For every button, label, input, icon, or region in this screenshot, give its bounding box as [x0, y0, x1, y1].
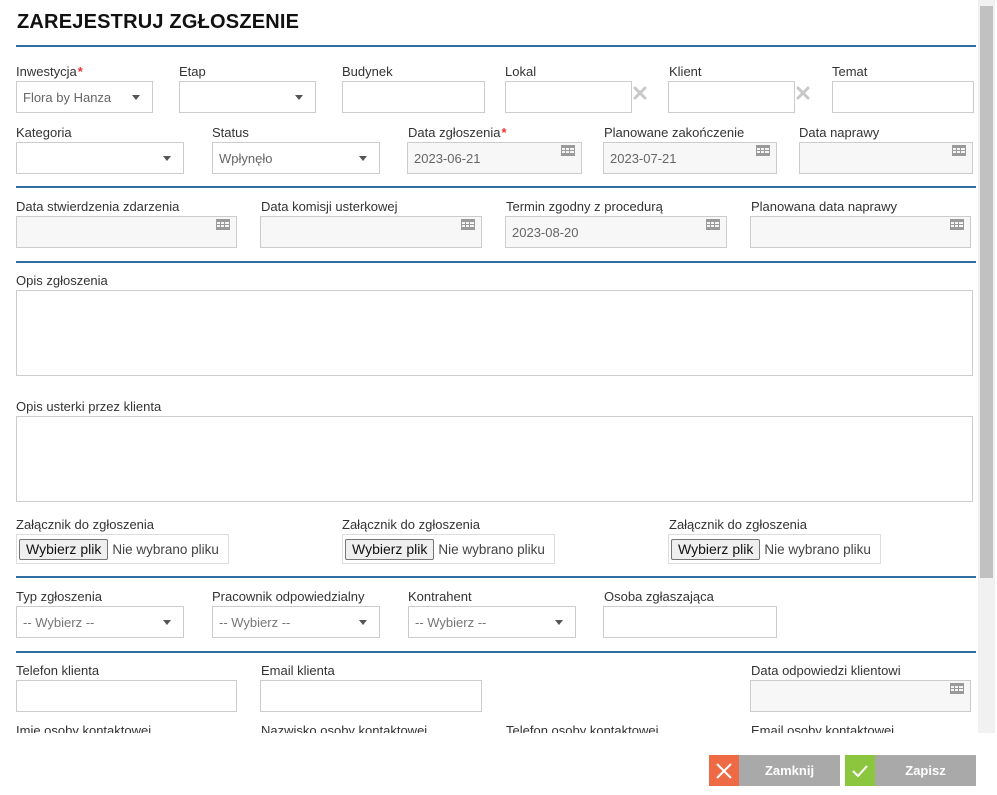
section-separator	[16, 651, 976, 653]
kontrahent-select[interactable]: -- Wybierz --	[408, 606, 576, 638]
opis-klienta-label: Opis usterki przez klienta	[16, 399, 162, 414]
scrollbar-thumb[interactable]	[980, 6, 993, 578]
pracownik-label: Pracownik odpowiedzialny	[212, 589, 365, 604]
status-select[interactable]: Wpłynęło	[212, 142, 380, 174]
attachment-1-label: Załącznik do zgłoszenia	[16, 517, 155, 532]
chevron-down-icon	[163, 620, 171, 625]
data-komisji-label: Data komisji usterkowej	[261, 199, 398, 214]
chevron-down-icon	[132, 95, 140, 100]
calendar-icon[interactable]	[950, 683, 964, 694]
calendar-icon[interactable]	[950, 219, 964, 230]
kontrahent-label: Kontrahent	[408, 589, 472, 604]
attachment-1-input[interactable]: Wybierz plik Nie wybrano pliku	[16, 534, 229, 564]
data-odpowiedzi-label: Data odpowiedzi klientowi	[751, 663, 901, 678]
section-separator	[16, 576, 976, 578]
email-label: Email klienta	[261, 663, 335, 678]
klient-input[interactable]	[668, 81, 795, 113]
choose-file-button[interactable]: Wybierz plik	[671, 538, 761, 560]
inwestycja-select[interactable]: Flora by Hanza	[16, 81, 153, 113]
termin-input[interactable]: 2023-08-20	[505, 216, 727, 248]
kategoria-label: Kategoria	[16, 125, 72, 140]
email-input[interactable]	[260, 680, 482, 712]
data-zgloszenia-label: Data zgłoszenia*	[408, 125, 507, 140]
temat-label: Temat	[832, 64, 868, 79]
chevron-down-icon	[359, 156, 367, 161]
attachment-2-label: Załącznik do zgłoszenia	[342, 517, 481, 532]
required-asterisk: *	[77, 64, 83, 79]
section-separator	[16, 186, 976, 188]
opis-textarea[interactable]	[16, 290, 973, 376]
inwestycja-label: Inwestycja*	[16, 64, 83, 79]
section-separator	[16, 45, 976, 47]
calendar-icon[interactable]	[952, 145, 966, 156]
close-button-label: Zamknij	[739, 755, 840, 786]
close-button[interactable]: Zamknij	[709, 755, 840, 786]
data-stwierdzenia-input[interactable]	[16, 216, 237, 248]
telefon-kontakt-label: Telefon osoby kontaktowej	[506, 723, 659, 733]
calendar-icon[interactable]	[461, 219, 475, 230]
imie-label: Imię osoby kontaktowej	[16, 723, 152, 733]
planowana-naprawa-input[interactable]	[750, 216, 971, 248]
choose-file-button[interactable]: Wybierz plik	[345, 538, 435, 560]
file-status: Nie wybrano pliku	[764, 541, 871, 557]
opis-klienta-textarea[interactable]	[16, 416, 973, 502]
file-status: Nie wybrano pliku	[112, 541, 219, 557]
data-komisji-input[interactable]	[260, 216, 482, 248]
vertical-scrollbar[interactable]	[978, 0, 995, 733]
close-icon[interactable]	[633, 86, 647, 100]
planowane-zakonczenie-input[interactable]: 2023-07-21	[603, 142, 777, 174]
save-button[interactable]: Zapisz	[845, 755, 976, 786]
lokal-input[interactable]	[505, 81, 632, 113]
dialog-title: ZAREJESTRUJ ZGŁOSZENIE	[17, 11, 300, 33]
data-zgloszenia-input[interactable]: 2023-06-21	[407, 142, 582, 174]
lokal-label: Lokal	[505, 64, 537, 79]
check-icon	[845, 755, 875, 786]
budynek-label: Budynek	[342, 64, 393, 79]
pracownik-select[interactable]: -- Wybierz --	[212, 606, 380, 638]
attachment-3-label: Załącznik do zgłoszenia	[669, 517, 808, 532]
attachment-3-input[interactable]: Wybierz plik Nie wybrano pliku	[668, 534, 881, 564]
calendar-icon[interactable]	[756, 145, 770, 156]
nazwisko-label: Nazwisko osoby kontaktowej	[261, 723, 428, 733]
data-odpowiedzi-input[interactable]	[750, 680, 971, 712]
typ-select[interactable]: -- Wybierz --	[16, 606, 184, 638]
typ-label: Typ zgłoszenia	[16, 589, 102, 604]
data-naprawy-label: Data naprawy	[799, 125, 880, 140]
data-naprawy-input[interactable]	[799, 142, 973, 174]
termin-label: Termin zgodny z procedurą	[506, 199, 663, 214]
register-ticket-dialog: ZAREJESTRUJ ZGŁOSZENIE Inwestycja* Flora…	[0, 0, 997, 795]
calendar-icon[interactable]	[706, 219, 720, 230]
status-label: Status	[212, 125, 249, 140]
planowana-naprawa-label: Planowana data naprawy	[751, 199, 897, 214]
attachment-2-input[interactable]: Wybierz plik Nie wybrano pliku	[342, 534, 555, 564]
chevron-down-icon	[359, 620, 367, 625]
temat-input[interactable]	[832, 81, 974, 113]
close-icon[interactable]	[796, 86, 810, 100]
planowane-zakonczenie-label: Planowane zakończenie	[604, 125, 745, 140]
opis-label: Opis zgłoszenia	[16, 273, 108, 288]
etap-label: Etap	[179, 64, 206, 79]
email-kontakt-label: Email osoby kontaktowej	[751, 723, 895, 733]
required-asterisk: *	[501, 125, 507, 140]
save-button-label: Zapisz	[875, 755, 976, 786]
close-icon	[709, 755, 739, 786]
osoba-input[interactable]	[603, 606, 777, 638]
telefon-label: Telefon klienta	[16, 663, 100, 678]
telefon-input[interactable]	[16, 680, 237, 712]
klient-label: Klient	[669, 64, 702, 79]
etap-select[interactable]	[179, 81, 316, 113]
chevron-down-icon	[295, 95, 303, 100]
data-stwierdzenia-label: Data stwierdzenia zdarzenia	[16, 199, 180, 214]
chevron-down-icon	[163, 156, 171, 161]
form-scroll-area: ZAREJESTRUJ ZGŁOSZENIE Inwestycja* Flora…	[0, 0, 978, 733]
choose-file-button[interactable]: Wybierz plik	[19, 538, 109, 560]
file-status: Nie wybrano pliku	[438, 541, 545, 557]
section-separator	[16, 261, 976, 263]
budynek-input[interactable]	[342, 81, 485, 113]
calendar-icon[interactable]	[561, 145, 575, 156]
osoba-label: Osoba zgłaszająca	[604, 589, 714, 604]
chevron-down-icon	[555, 620, 563, 625]
kategoria-select[interactable]	[16, 142, 184, 174]
calendar-icon[interactable]	[216, 219, 230, 230]
